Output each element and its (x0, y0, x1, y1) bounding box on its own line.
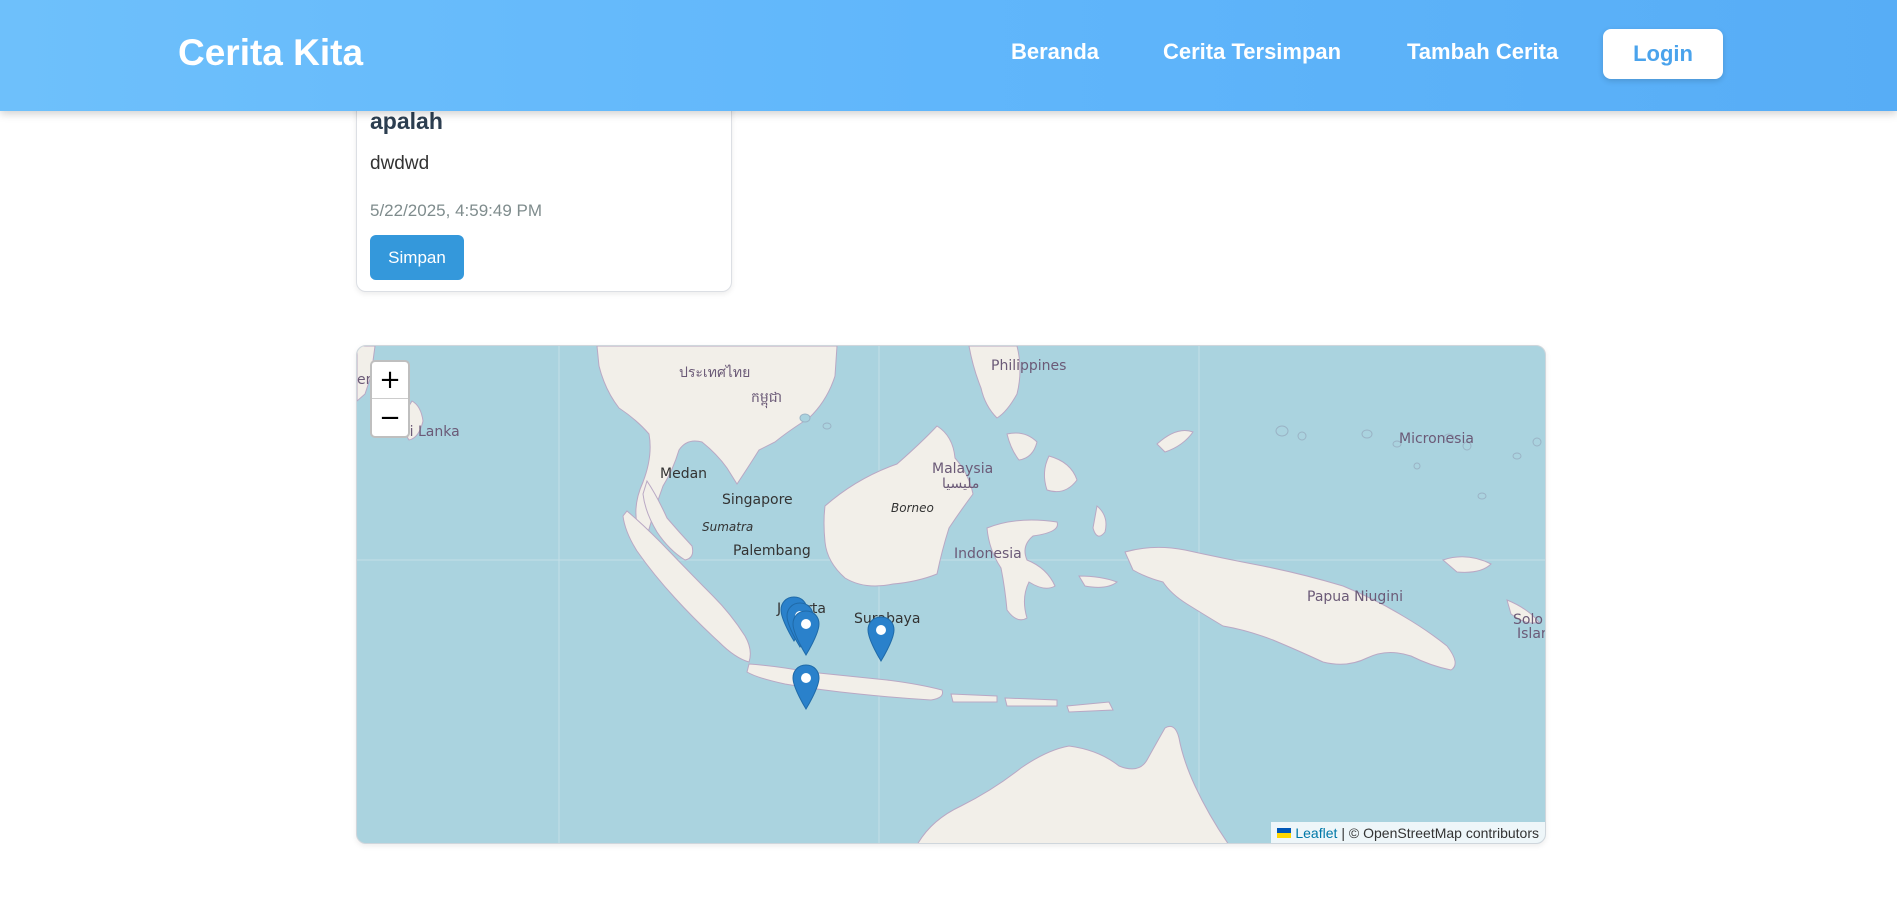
zoom-out-button[interactable]: − (372, 399, 408, 436)
story-map[interactable]: Philippines ประเทศไทย កម្ពុជា Sri Lanka … (356, 345, 1546, 844)
brand-logo[interactable]: Cerita Kita (178, 32, 363, 74)
map-label-cambodia: កម្ពុជា (751, 390, 783, 406)
story-marker[interactable] (866, 616, 896, 662)
save-story-button[interactable]: Simpan (370, 235, 464, 280)
map-label-indonesia: Indonesia (954, 546, 1022, 562)
map-label-thailand: ประเทศไทย (679, 365, 751, 381)
nav-tambah-cerita[interactable]: Tambah Cerita (1407, 39, 1558, 65)
osm-attribution-text: | © OpenStreetMap contributors (1341, 824, 1539, 841)
map-attribution: Leaflet | © OpenStreetMap contributors (1271, 822, 1545, 843)
leaflet-link[interactable]: Leaflet (1295, 825, 1337, 841)
zoom-in-button[interactable]: + (372, 362, 408, 399)
site-header: Cerita Kita Beranda Cerita Tersimpan Tam… (0, 0, 1897, 111)
map-label-malaysia-jawi: مليسيا (942, 476, 980, 492)
map-label-singapore: Singapore (722, 492, 793, 508)
map-label-malaysia: Malaysia (932, 461, 994, 477)
story-date: 5/22/2025, 4:59:49 PM (370, 201, 543, 220)
login-button[interactable]: Login (1603, 29, 1723, 79)
nav-beranda[interactable]: Beranda (1011, 39, 1099, 65)
story-title: apalah (370, 108, 443, 134)
map-label-sumatra: Sumatra (702, 520, 754, 534)
map-label-medan: Medan (660, 466, 708, 482)
map-label-borneo: Borneo (891, 501, 934, 515)
nav-cerita-tersimpan[interactable]: Cerita Tersimpan (1163, 39, 1341, 65)
page: apalah dwdwd 5/22/2025, 4:59:49 PM Simpa… (0, 0, 1897, 905)
map-label-philippines: Philippines (991, 358, 1067, 374)
story-description: dwdwd (370, 153, 430, 174)
story-marker[interactable] (791, 664, 821, 710)
map-label-papua: Papua Niugini (1307, 589, 1403, 605)
map-label-micronesia: Micronesia (1399, 431, 1474, 447)
zoom-control: + − (370, 360, 410, 438)
map-label-palembang: Palembang (733, 543, 811, 559)
map-label-solomon-2: Islar (1517, 626, 1546, 642)
ukraine-flag-icon (1277, 827, 1292, 838)
story-marker[interactable] (791, 610, 821, 656)
